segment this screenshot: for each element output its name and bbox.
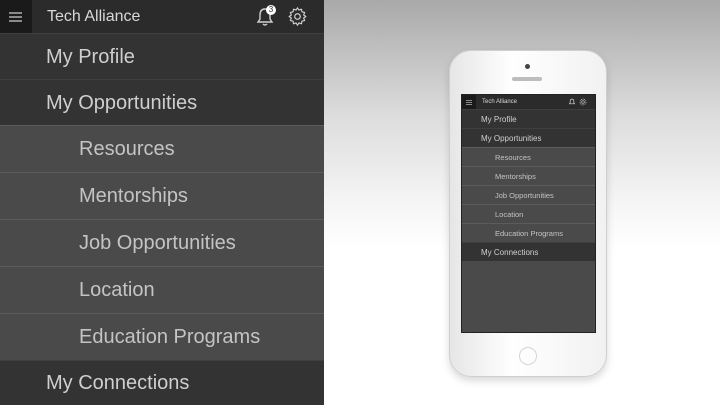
menu-item-my-profile[interactable]: My Profile [0, 33, 324, 79]
mini-menu-item-my-opportunities[interactable]: My Opportunities [462, 128, 595, 147]
bell-icon[interactable] [568, 98, 576, 106]
speaker-grille [512, 77, 542, 81]
hamburger-icon [466, 104, 472, 105]
camera-icon [525, 64, 530, 69]
phone-mockup: Tech Alliance My Profile My Opportunitie… [449, 50, 607, 377]
menu-item-my-opportunities[interactable]: My Opportunities [0, 79, 324, 125]
app-header: Tech Alliance 3 [0, 0, 324, 33]
mini-app-header: Tech Alliance [462, 95, 595, 109]
hamburger-icon [9, 20, 22, 22]
gear-icon[interactable] [287, 6, 308, 27]
phone-preview-area: Tech Alliance My Profile My Opportunitie… [324, 0, 720, 405]
mini-menu-item-job-opportunities[interactable]: Job Opportunities [462, 185, 595, 204]
app-screen: Tech Alliance 3 My Profile My Opportunit… [0, 0, 324, 405]
mini-menu-item-my-connections[interactable]: My Connections [462, 242, 595, 261]
hamburger-icon [466, 102, 472, 103]
mini-app-title: Tech Alliance [482, 99, 518, 105]
menu-item-my-connections[interactable]: My Connections [0, 360, 324, 405]
gear-icon[interactable] [579, 98, 587, 106]
phone-screen: Tech Alliance My Profile My Opportunitie… [461, 94, 596, 333]
mini-menu-item-my-profile[interactable]: My Profile [462, 109, 595, 128]
mini-menu-item-resources[interactable]: Resources [462, 147, 595, 166]
hamburger-icon [9, 16, 22, 18]
mini-menu-item-location[interactable]: Location [462, 204, 595, 223]
mini-menu-item-education-programs[interactable]: Education Programs [462, 223, 595, 242]
notification-badge: 3 [266, 5, 276, 15]
home-button[interactable] [519, 347, 537, 365]
menu-item-job-opportunities[interactable]: Job Opportunities [0, 219, 324, 265]
hamburger-icon [466, 100, 472, 101]
menu-button[interactable] [0, 0, 32, 33]
app-title: Tech Alliance [47, 8, 141, 25]
menu-item-mentorships[interactable]: Mentorships [0, 172, 324, 218]
mini-menu-item-mentorships[interactable]: Mentorships [462, 166, 595, 185]
menu-item-education-programs[interactable]: Education Programs [0, 313, 324, 359]
hamburger-icon [9, 12, 22, 14]
menu-item-resources[interactable]: Resources [0, 125, 324, 171]
mini-menu-button[interactable] [462, 95, 476, 109]
menu-item-location[interactable]: Location [0, 266, 324, 312]
